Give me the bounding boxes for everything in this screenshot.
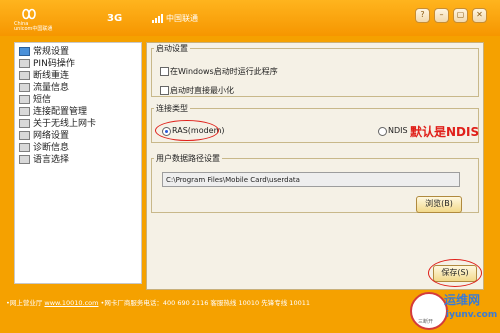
sidebar-item-pin[interactable]: PIN码操作 [19, 58, 75, 70]
watermark-badge: 三断开 [418, 319, 434, 325]
minimize-checkbox[interactable] [160, 86, 169, 95]
sidebar-item-general[interactable]: 常规设置 [19, 46, 69, 58]
folder-icon [19, 95, 30, 104]
watermark-title: 运维网 [444, 293, 481, 307]
maximize-icon[interactable]: ▢ [453, 8, 468, 23]
connection-type-group: 连接类型 RAS(modem) NDIS 默认是NDIS [151, 103, 479, 143]
folder-icon [19, 47, 30, 56]
ndis-radio[interactable] [378, 127, 387, 136]
ndis-label: NDIS [388, 126, 408, 135]
folder-icon [19, 155, 30, 164]
sidebar-item-diagnostics[interactable]: 诊断信息 [19, 142, 69, 154]
run-on-start-checkbox[interactable] [160, 67, 169, 76]
watermark-site: iyunv.com [446, 310, 498, 320]
unicom-logo: China unicom中国联通 [14, 6, 74, 34]
annotation-text: 默认是NDIS [410, 125, 480, 139]
minimize-label: 启动时直接最小化 [170, 86, 234, 95]
folder-icon [19, 119, 30, 128]
sidebar-item-about[interactable]: 关于无线上网卡 [19, 118, 96, 130]
startup-group: 启动设置 在Windows启动时运行此程序 启动时直接最小化 [151, 43, 479, 97]
close-icon[interactable]: ✕ [472, 8, 487, 23]
annotation-ellipse-ras [155, 120, 219, 141]
website-link[interactable]: www.10010.com [44, 299, 98, 307]
footer-prefix: •网上营业厅 [6, 299, 43, 307]
browse-button[interactable]: 浏览(B) [416, 196, 462, 213]
watermark: 运维网 iyunv.com 三断开 [410, 288, 498, 332]
folder-icon [19, 131, 30, 140]
connection-legend: 连接类型 [156, 104, 188, 113]
title-bar: China unicom中国联通 3G 中国联通 ? – ▢ ✕ [0, 0, 500, 36]
run-on-start-label: 在Windows启动时运行此程序 [170, 67, 278, 76]
folder-icon [19, 83, 30, 92]
sidebar-item-reconnect[interactable]: 断线重连 [19, 70, 69, 82]
userdata-legend: 用户数据路径设置 [156, 154, 220, 163]
sidebar-item-network[interactable]: 网络设置 [19, 130, 69, 142]
unicom-knot-icon [22, 8, 36, 20]
logo-text: China unicom中国联通 [14, 21, 53, 32]
folder-icon [19, 59, 30, 68]
carrier-name: 中国联通 [166, 14, 198, 23]
minimize-icon[interactable]: – [434, 8, 449, 23]
sidebar-item-profiles[interactable]: 连接配置管理 [19, 106, 87, 118]
settings-panel: 启动设置 在Windows启动时运行此程序 启动时直接最小化 连接类型 RAS(… [146, 42, 484, 290]
help-icon[interactable]: ? [415, 8, 430, 23]
annotation-ellipse-save [428, 259, 482, 287]
sidebar-item-sms[interactable]: 短信 [19, 94, 51, 106]
userdata-path-group: 用户数据路径设置 C:\Program Files\Mobile Card\us… [151, 153, 479, 213]
network-type: 3G [107, 13, 123, 24]
signal-strength-icon [152, 14, 163, 23]
footer-service-info: •网卡厂商服务电话：400 690 2116 客服热线 10010 先锋专线 1… [100, 299, 310, 307]
settings-sidebar: 常规设置 PIN码操作 断线重连 流量信息 短信 连接配置管理 关于无线上网卡 … [14, 42, 142, 284]
folder-icon [19, 143, 30, 152]
folder-icon [19, 71, 30, 80]
folder-icon [19, 107, 30, 116]
sidebar-item-traffic[interactable]: 流量信息 [19, 82, 69, 94]
sidebar-item-language[interactable]: 语言选择 [19, 154, 69, 166]
userdata-path-field[interactable]: C:\Program Files\Mobile Card\userdata [162, 172, 460, 187]
startup-legend: 启动设置 [156, 44, 188, 53]
